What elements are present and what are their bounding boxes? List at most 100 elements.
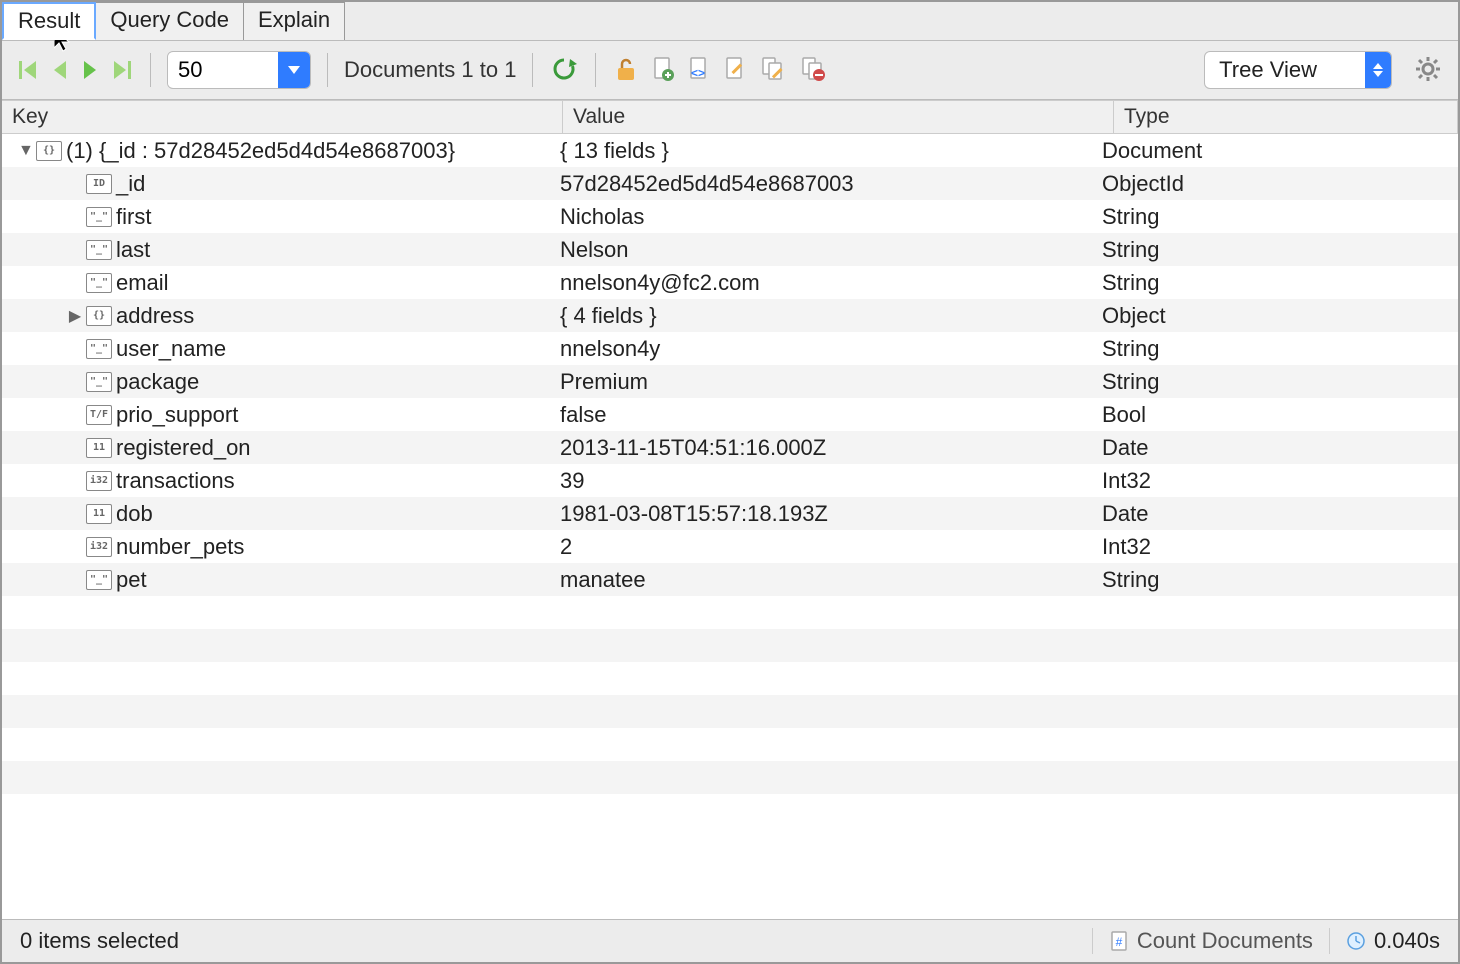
- type-icon: i32: [86, 537, 112, 557]
- delete-docs-button[interactable]: [798, 54, 828, 87]
- value-cell: Nelson: [554, 237, 1096, 263]
- tree-row[interactable]: 11registered_on2013-11-15T04:51:16.000ZD…: [2, 431, 1458, 464]
- toolbar: Documents 1 to 1 <> Tree View: [2, 41, 1458, 100]
- type-cell: ObjectId: [1096, 171, 1458, 197]
- tree-row[interactable]: 11dob1981-03-08T15:57:18.193ZDate: [2, 497, 1458, 530]
- key-label: last: [116, 237, 150, 263]
- tree-row[interactable]: "_"first NicholasString: [2, 200, 1458, 233]
- column-header-key[interactable]: Key: [2, 101, 563, 133]
- type-icon: i32: [86, 471, 112, 491]
- value-cell: 39: [554, 468, 1096, 494]
- type-cell: Date: [1096, 435, 1458, 461]
- refresh-button[interactable]: [549, 54, 579, 87]
- key-label: _id: [116, 171, 145, 197]
- tree-row[interactable]: ID_id 57d28452ed5d4d54e8687003ObjectId: [2, 167, 1458, 200]
- value-cell: 2: [554, 534, 1096, 560]
- documents-range-label: Documents 1 to 1: [344, 57, 516, 83]
- type-cell: Int32: [1096, 468, 1458, 494]
- value-cell: { 4 fields }: [554, 303, 1096, 329]
- value-cell: Nicholas: [554, 204, 1096, 230]
- key-label: (1) {_id : 57d28452ed5d4d54e8687003}: [66, 138, 455, 164]
- value-cell: false: [554, 402, 1096, 428]
- type-icon: "_": [86, 273, 112, 293]
- key-label: user_name: [116, 336, 226, 362]
- type-cell: String: [1096, 567, 1458, 593]
- count-documents-button[interactable]: # Count Documents: [1092, 928, 1313, 954]
- tree-row[interactable]: "_"user_namennelson4yString: [2, 332, 1458, 365]
- type-icon: "_": [86, 372, 112, 392]
- type-icon: "_": [86, 207, 112, 227]
- tree-row[interactable]: "_"pet manateeString: [2, 563, 1458, 596]
- type-icon: "_": [86, 570, 112, 590]
- column-header-value[interactable]: Value: [563, 101, 1114, 133]
- value-cell: 57d28452ed5d4d54e8687003: [554, 171, 1096, 197]
- type-cell: Bool: [1096, 402, 1458, 428]
- empty-row: [2, 728, 1458, 761]
- type-icon: {}: [36, 141, 62, 161]
- settings-button[interactable]: [1412, 53, 1444, 88]
- type-icon: 11: [86, 504, 112, 524]
- type-icon: "_": [86, 339, 112, 359]
- new-doc-button[interactable]: [650, 54, 676, 87]
- value-cell: 1981-03-08T15:57:18.193Z: [554, 501, 1096, 527]
- type-cell: Document: [1096, 138, 1458, 164]
- first-page-button[interactable]: [16, 57, 40, 83]
- empty-row: [2, 662, 1458, 695]
- key-label: first: [116, 204, 151, 230]
- tab-result[interactable]: Result: [2, 2, 96, 40]
- tree-row[interactable]: "_"packagePremiumString: [2, 365, 1458, 398]
- type-cell: String: [1096, 369, 1458, 395]
- tree-row[interactable]: "_"email nnelson4y@fc2.comString: [2, 266, 1458, 299]
- empty-row: [2, 695, 1458, 728]
- type-cell: String: [1096, 270, 1458, 296]
- type-icon: {}: [86, 306, 112, 326]
- column-header-type[interactable]: Type: [1114, 101, 1458, 133]
- grid-header: Key Value Type: [2, 101, 1458, 134]
- empty-row: [2, 629, 1458, 662]
- key-label: email: [116, 270, 169, 296]
- key-label: package: [116, 369, 199, 395]
- value-cell: nnelson4y@fc2.com: [554, 270, 1096, 296]
- type-icon: ID: [86, 174, 112, 194]
- tab-explain[interactable]: Explain: [243, 2, 345, 40]
- chevron-down-icon[interactable]: [278, 52, 310, 88]
- unlock-button[interactable]: [612, 54, 640, 87]
- key-label: dob: [116, 501, 153, 527]
- edit-doc-button[interactable]: [722, 54, 748, 87]
- view-mode-label: Tree View: [1205, 57, 1365, 83]
- view-json-button[interactable]: <>: [686, 54, 712, 87]
- tree-row[interactable]: ▼{}(1) {_id : 57d28452ed5d4d54e8687003} {…: [2, 134, 1458, 167]
- last-page-button[interactable]: [110, 57, 134, 83]
- chevron-right-icon[interactable]: ▶: [68, 306, 82, 326]
- result-grid: Key Value Type ▼{}(1) {_id : 57d28452ed5…: [2, 100, 1458, 919]
- tree-row[interactable]: i32transactions39Int32: [2, 464, 1458, 497]
- tree-row[interactable]: i32number_pets2Int32: [2, 530, 1458, 563]
- tree-row[interactable]: T/Fprio_supportfalseBool: [2, 398, 1458, 431]
- grid-body[interactable]: ▼{}(1) {_id : 57d28452ed5d4d54e8687003}{…: [2, 134, 1458, 919]
- copy-docs-button[interactable]: [758, 54, 788, 87]
- tree-row[interactable]: "_"lastNelsonString: [2, 233, 1458, 266]
- page-size-selector[interactable]: [167, 51, 311, 89]
- page-size-input[interactable]: [168, 53, 278, 87]
- tab-bar: ResultQuery CodeExplain: [2, 2, 1458, 41]
- type-cell: Object: [1096, 303, 1458, 329]
- selection-status: 0 items selected: [20, 928, 179, 954]
- next-page-button[interactable]: [80, 57, 100, 83]
- type-icon: 11: [86, 438, 112, 458]
- type-icon: "_": [86, 240, 112, 260]
- type-cell: String: [1096, 204, 1458, 230]
- tree-row[interactable]: ▶{}address { 4 fields }Object: [2, 299, 1458, 332]
- view-mode-selector[interactable]: Tree View: [1204, 51, 1392, 89]
- key-label: prio_support: [116, 402, 238, 428]
- tab-query-code[interactable]: Query Code: [95, 2, 244, 40]
- key-label: address: [116, 303, 194, 329]
- key-label: pet: [116, 567, 147, 593]
- prev-page-button[interactable]: [50, 57, 70, 83]
- value-cell: nnelson4y: [554, 336, 1096, 362]
- query-time: 0.040s: [1329, 928, 1440, 954]
- empty-row: [2, 794, 1458, 827]
- value-cell: manatee: [554, 567, 1096, 593]
- value-cell: { 13 fields }: [554, 138, 1096, 164]
- chevron-down-icon[interactable]: ▼: [18, 142, 32, 160]
- key-label: registered_on: [116, 435, 251, 461]
